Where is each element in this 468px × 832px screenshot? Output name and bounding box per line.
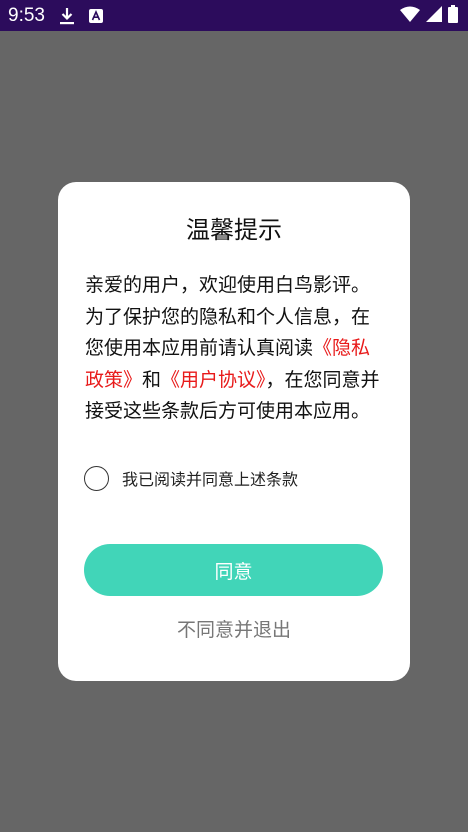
wifi-icon xyxy=(400,6,420,26)
agree-checkbox-label[interactable]: 我已阅读并同意上述条款 xyxy=(122,466,298,490)
dialog-body: 亲爱的用户，欢迎使用白鸟影评。为了保护您的隐私和个人信息，在您使用本应用前请认真… xyxy=(85,270,385,428)
signal-icon xyxy=(426,5,442,26)
privacy-dialog: 温馨提示 亲爱的用户，欢迎使用白鸟影评。为了保护您的隐私和个人信息，在您使用本应… xyxy=(58,182,410,681)
agree-button[interactable]: 同意 xyxy=(84,544,383,596)
agree-checkbox-row[interactable]: 我已阅读并同意上述条款 xyxy=(84,464,298,492)
disagree-exit-button[interactable]: 不同意并退出 xyxy=(58,615,410,642)
body-text-and: 和 xyxy=(142,368,162,391)
a-badge-icon xyxy=(88,8,103,23)
status-bar: 9:53 xyxy=(0,0,468,31)
dialog-title: 温馨提示 xyxy=(186,216,282,244)
download-icon xyxy=(59,7,75,25)
agree-checkbox[interactable] xyxy=(84,465,109,491)
battery-icon xyxy=(448,4,458,27)
user-agreement-link[interactable]: 《用户协议》 xyxy=(161,369,266,391)
status-time: 9:53 xyxy=(8,4,45,26)
